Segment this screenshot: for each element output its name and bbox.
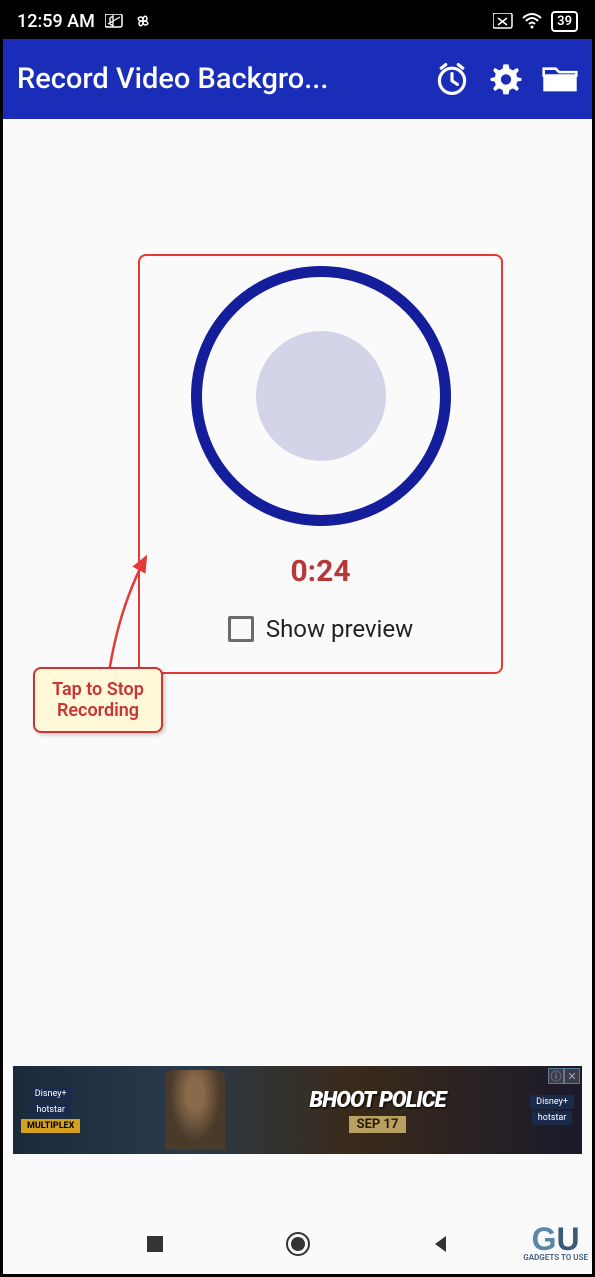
show-preview-checkbox[interactable] — [228, 616, 254, 642]
ad-brand-left: Disney+ — [29, 1087, 73, 1101]
signal-icon — [493, 13, 513, 29]
record-indicator — [256, 331, 386, 461]
preview-row[interactable]: Show preview — [228, 615, 413, 643]
wifi-icon — [521, 12, 543, 30]
ad-controls: ⓘ ✕ — [548, 1068, 580, 1084]
watermark: GU GADGETS TO USE — [523, 1227, 588, 1262]
ad-person-image — [165, 1070, 225, 1150]
ad-brand-right: Disney+ — [530, 1095, 574, 1109]
nav-recent-button[interactable] — [141, 1230, 169, 1258]
app-bar: Record Video Backgro... — [3, 39, 592, 119]
fan-icon — [133, 11, 153, 31]
annotation-callout: Tap to Stop Recording — [33, 667, 163, 733]
status-time: 12:59 AM — [17, 11, 95, 32]
status-bar: 12:59 AM 39 — [3, 3, 592, 39]
record-card: 0:24 Show preview — [138, 254, 503, 674]
content-area: 0:24 Show preview Tap to Stop Recording … — [3, 119, 592, 1214]
ad-info-icon[interactable]: ⓘ — [548, 1068, 564, 1084]
navigation-bar — [3, 1214, 592, 1274]
ad-tag: MULTIPLEX — [21, 1119, 80, 1133]
battery-indicator: 39 — [551, 11, 578, 32]
nav-home-button[interactable] — [284, 1230, 312, 1258]
ad-close-icon[interactable]: ✕ — [564, 1068, 580, 1084]
alarm-icon[interactable] — [434, 61, 470, 97]
record-button[interactable] — [191, 266, 451, 526]
folder-icon[interactable] — [542, 61, 578, 97]
settings-icon[interactable] — [488, 61, 524, 97]
nav-back-button[interactable] — [427, 1230, 455, 1258]
app-title: Record Video Backgro... — [17, 62, 426, 96]
mute-icon — [105, 14, 123, 28]
show-preview-label: Show preview — [266, 615, 413, 643]
ad-subtitle: SEP 17 — [349, 1116, 407, 1133]
recording-timer: 0:24 — [290, 554, 350, 589]
ad-banner[interactable]: ⓘ ✕ Disney+ hotstar MULTIPLEX BHOOT POLI… — [13, 1066, 582, 1154]
ad-brand-left-2: hotstar — [30, 1103, 71, 1117]
ad-title: BHOOT POLICE — [309, 1088, 445, 1113]
ad-brand-right-2: hotstar — [532, 1111, 573, 1125]
